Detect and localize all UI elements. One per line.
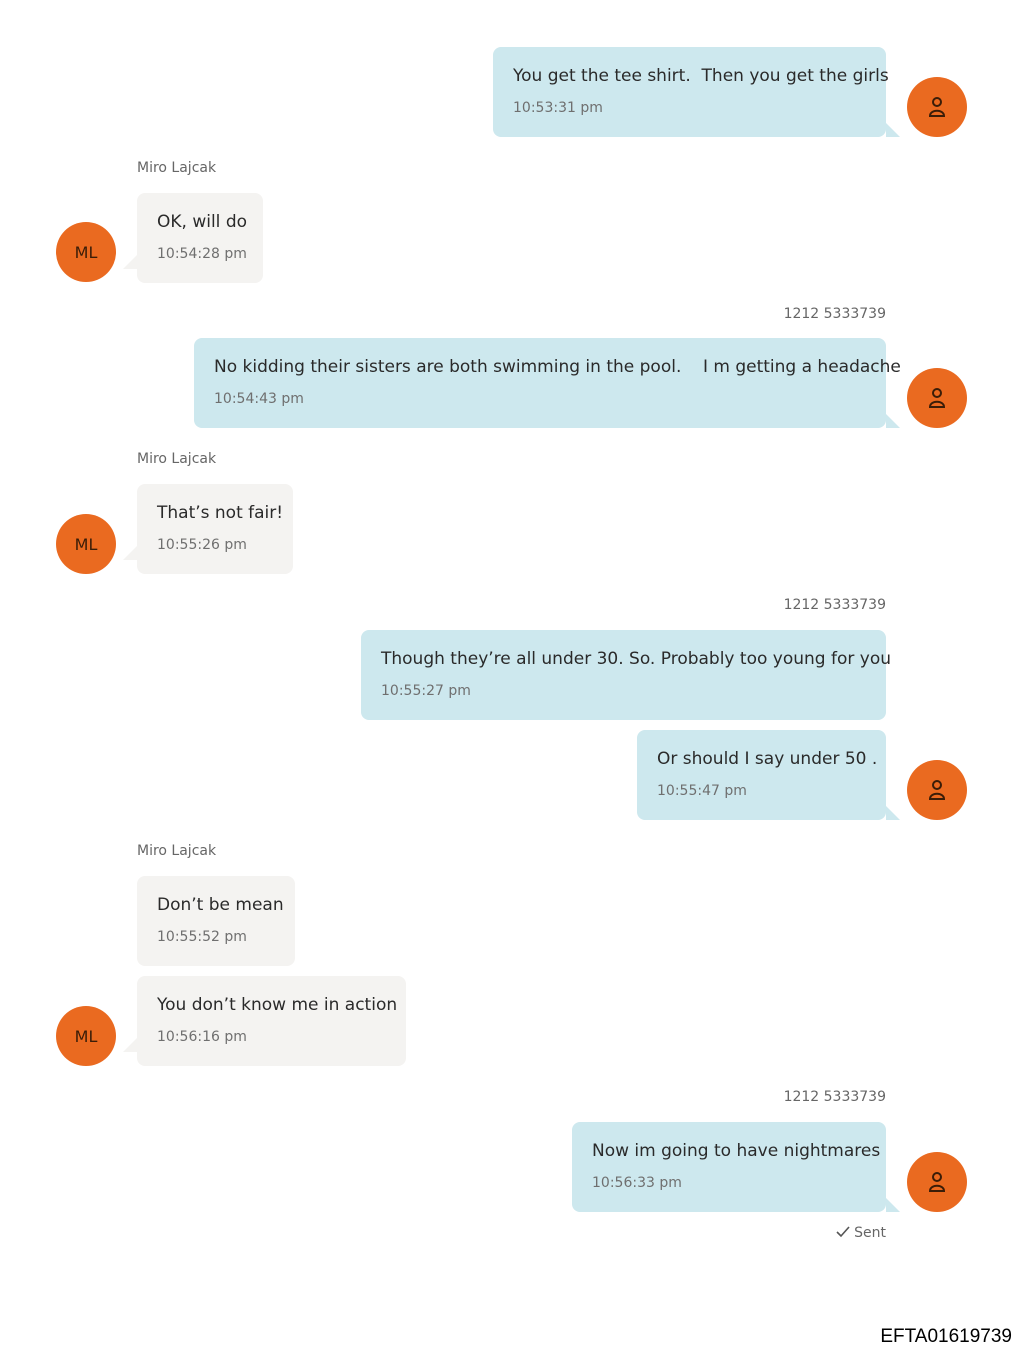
message-timestamp: 10:55:52 pm [157, 929, 247, 945]
message-text: You don’t know me in action [157, 995, 398, 1015]
bubble-tail [123, 546, 137, 560]
message-text: Now im going to have nightmares [592, 1141, 881, 1161]
message-bubble-outgoing: You get the tee shirt. Then you get the … [493, 47, 889, 137]
message-timestamp: 10:56:33 pm [592, 1175, 682, 1191]
contact-avatar: ML [56, 222, 116, 282]
user-avatar-icon [907, 1152, 967, 1212]
bubble-tail [123, 255, 137, 269]
message-bubble-outgoing: No kidding their sisters are both swimmi… [194, 338, 901, 428]
sender-name: Miro Lajcak [137, 451, 217, 467]
message-bubble-outgoing: Now im going to have nightmares 10:56:33… [572, 1122, 886, 1212]
message-bubble-incoming: That’s not fair! 10:55:26 pm [137, 484, 293, 574]
checkmark-icon [836, 1225, 854, 1241]
message-timestamp: 10:54:43 pm [214, 391, 304, 407]
contact-avatar: ML [56, 514, 116, 574]
message-bubble-outgoing: Though they’re all under 30. So. Probabl… [361, 630, 891, 720]
bubble-tail [123, 1038, 137, 1052]
message-text: OK, will do [157, 212, 248, 232]
sent-status: Sent [836, 1225, 886, 1241]
user-avatar-icon [907, 368, 967, 428]
message-timestamp: 10:54:28 pm [157, 246, 247, 262]
message-text: No kidding their sisters are both swimmi… [214, 357, 901, 377]
bubble-tail [886, 1198, 900, 1212]
bubble-tail [886, 414, 900, 428]
document-id: EFTA01619739 [880, 1326, 1012, 1347]
message-timestamp: 10:53:31 pm [513, 100, 603, 116]
user-avatar-icon [907, 77, 967, 137]
user-avatar-icon [907, 760, 967, 820]
message-text: Though they’re all under 30. So. Probabl… [381, 649, 891, 669]
bubble-tail [886, 806, 900, 820]
contact-avatar: ML [56, 1006, 116, 1066]
message-bubble-incoming: OK, will do 10:54:28 pm [137, 193, 263, 283]
sender-name: 1212 5333739 [783, 597, 886, 613]
message-timestamp: 10:56:16 pm [157, 1029, 247, 1045]
bubble-tail [886, 123, 900, 137]
sender-name: Miro Lajcak [137, 843, 217, 859]
message-text: Don’t be mean [157, 895, 284, 915]
sent-label: Sent [854, 1225, 886, 1241]
message-bubble-outgoing: Or should I say under 50 . 10:55:47 pm [637, 730, 886, 820]
message-bubble-incoming: Don’t be mean 10:55:52 pm [137, 876, 295, 966]
message-timestamp: 10:55:27 pm [381, 683, 471, 699]
message-timestamp: 10:55:47 pm [657, 783, 747, 799]
message-timestamp: 10:55:26 pm [157, 537, 247, 553]
message-text: You get the tee shirt. Then you get the … [513, 66, 889, 86]
message-bubble-incoming: You don’t know me in action 10:56:16 pm [137, 976, 406, 1066]
sender-name: 1212 5333739 [783, 1089, 886, 1105]
sender-name: Miro Lajcak [137, 160, 217, 176]
sender-name: 1212 5333739 [783, 306, 886, 322]
message-text: Or should I say under 50 . [657, 749, 878, 769]
message-text: That’s not fair! [157, 503, 284, 523]
